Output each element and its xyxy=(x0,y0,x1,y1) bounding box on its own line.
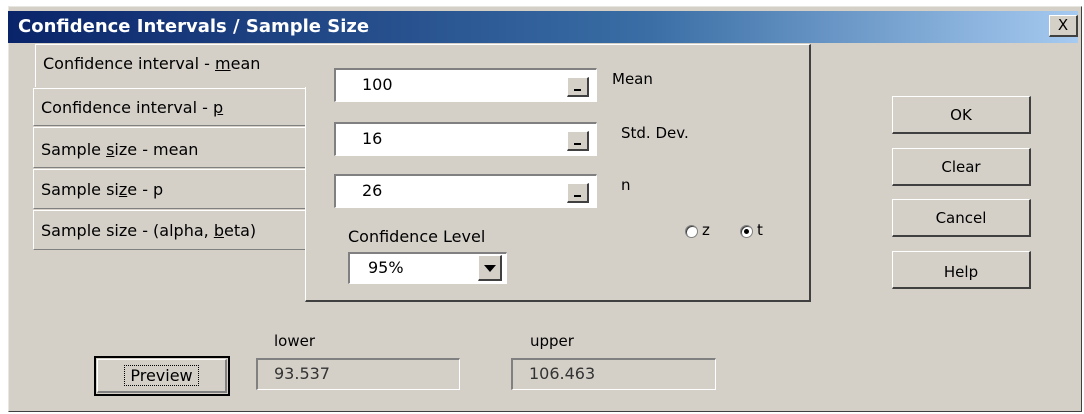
n-input[interactable]: 26 xyxy=(334,174,597,208)
tab-label: Confidence interval - xyxy=(43,54,215,73)
std-dev-spin-button[interactable] xyxy=(567,131,589,151)
preview-button[interactable]: Preview xyxy=(94,356,230,396)
tab-confidence-interval-p[interactable]: Confidence interval - p xyxy=(33,88,305,126)
upper-value: 106.463 xyxy=(529,364,596,383)
tab-accelerator: b xyxy=(213,221,224,240)
ok-button[interactable]: OK xyxy=(892,96,1031,134)
confidence-level-value: 95% xyxy=(368,258,404,277)
tab-panel: 100 Mean 16 Std. Dev. 26 n Confidence Le… xyxy=(305,44,811,302)
upper-value-field: 106.463 xyxy=(511,358,716,390)
cancel-button[interactable]: Cancel xyxy=(892,199,1031,237)
lower-value: 93.537 xyxy=(274,364,330,383)
tab-label: Sample size - (alpha, xyxy=(41,221,214,240)
upper-label: upper xyxy=(530,332,574,350)
tab-sample-size-alpha-beta[interactable]: Sample size - (alpha, beta) xyxy=(33,210,305,250)
window-title: Confidence Intervals / Sample Size xyxy=(18,16,370,37)
tab-accelerator: p xyxy=(213,98,224,117)
t-radio[interactable] xyxy=(740,225,753,238)
lower-value-field: 93.537 xyxy=(256,358,460,390)
tab-sample-size-mean[interactable]: Sample size - mean xyxy=(33,127,305,168)
mean-value: 100 xyxy=(362,75,393,94)
confidence-level-label: Confidence Level xyxy=(348,227,486,246)
n-spin-button[interactable] xyxy=(567,183,589,203)
mean-input[interactable]: 100 xyxy=(334,68,597,102)
tab-accelerator: z xyxy=(118,180,128,199)
help-button[interactable]: Help xyxy=(892,251,1031,289)
preview-button-face: Preview xyxy=(97,359,227,393)
tab-label: ize - mean xyxy=(114,140,199,159)
tab-label: ean xyxy=(230,54,261,73)
tab-label: eta) xyxy=(223,221,257,240)
clear-button[interactable]: Clear xyxy=(892,148,1031,186)
tab-label: Sample si xyxy=(41,180,119,199)
std-dev-value: 16 xyxy=(362,129,383,148)
tab-confidence-interval-mean[interactable]: Confidence interval - mean xyxy=(35,44,307,87)
title-bar[interactable]: Confidence Intervals / Sample Size X xyxy=(8,11,1078,43)
z-radio[interactable] xyxy=(685,225,698,238)
tab-label: e - p xyxy=(127,180,164,199)
std-dev-input[interactable]: 16 xyxy=(334,122,597,156)
lower-label: lower xyxy=(274,332,316,350)
preview-label: Preview xyxy=(124,365,199,386)
n-label: n xyxy=(621,176,631,194)
chevron-down-icon[interactable] xyxy=(478,255,502,281)
std-dev-label: Std. Dev. xyxy=(621,124,689,142)
tab-label: Confidence interval - xyxy=(41,98,213,117)
z-radio-label: z xyxy=(702,221,710,239)
mean-spin-button[interactable] xyxy=(567,77,589,97)
tab-label: Sample xyxy=(41,140,107,159)
mean-label: Mean xyxy=(612,70,653,88)
t-radio-label: t xyxy=(757,221,763,239)
tab-accelerator: m xyxy=(215,54,231,73)
n-value: 26 xyxy=(362,181,383,200)
close-button[interactable]: X xyxy=(1049,15,1078,37)
tab-sample-size-p[interactable]: Sample size - p xyxy=(33,169,305,209)
